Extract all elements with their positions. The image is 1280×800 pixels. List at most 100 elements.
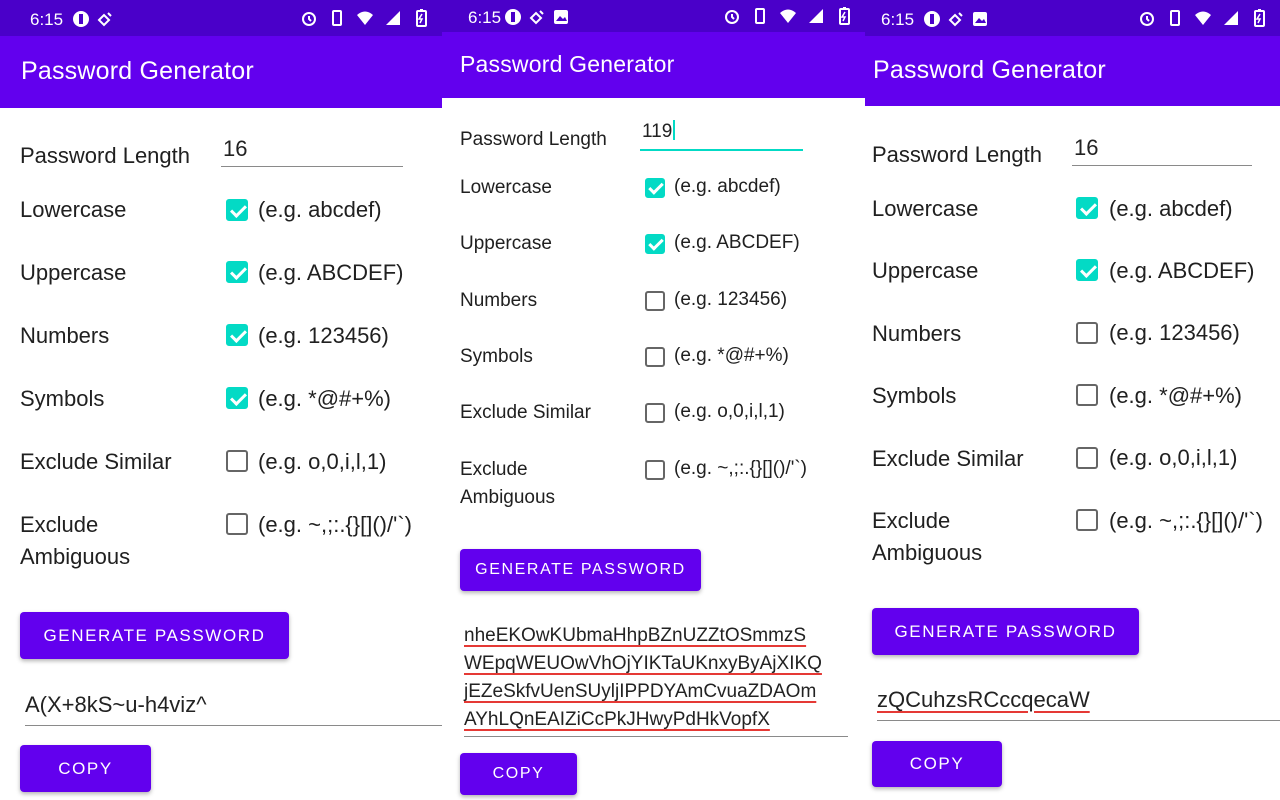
exclude-similar-hint: (e.g. o,0,i,l,1)	[674, 401, 785, 422]
alarm-icon	[1140, 12, 1154, 26]
numbers-label: Numbers	[20, 323, 110, 348]
image-icon	[554, 10, 568, 24]
exclude-ambiguous-checkbox[interactable]	[1076, 509, 1098, 531]
app-notification-icon	[505, 9, 521, 25]
generate-password-button[interactable]: GENERATE PASSWORD	[460, 549, 701, 591]
battery-icon	[839, 7, 850, 25]
exclude-ambiguous-hint: (e.g. ~,;:.{}[]()/'`)	[258, 512, 412, 537]
password-output-field[interactable]: zQCuhzsRCccqecaW	[877, 687, 1280, 721]
numbers-label: Numbers	[460, 290, 538, 311]
lowercase-label: Lowercase	[20, 197, 127, 222]
exclude-ambiguous-checkbox[interactable]	[226, 513, 248, 535]
status-time: 6:15	[881, 10, 915, 29]
uppercase-checkbox[interactable]	[1076, 259, 1098, 281]
password-output-line-3: jEZeSkfvUenSUyljIPPDYAmCvuaZDAOm	[464, 681, 817, 702]
symbols-checkbox[interactable]	[226, 387, 248, 409]
numbers-hint: (e.g. 123456)	[1109, 320, 1240, 345]
symbols-checkbox[interactable]	[645, 347, 665, 367]
system-icons	[723, 7, 853, 25]
app-bar: Password Generator	[442, 32, 865, 98]
password-length-label: Password Length	[460, 129, 607, 150]
password-output-field[interactable]: A(X+8kS~u-h4viz^	[25, 692, 442, 726]
exclude-similar-checkbox[interactable]	[226, 450, 248, 472]
status-time: 6:15	[30, 10, 64, 29]
password-length-input[interactable]: 119	[640, 120, 803, 151]
exclude-ambiguous-label-line1: Exclude	[872, 508, 951, 533]
exclude-ambiguous-label-line2: Ambiguous	[20, 544, 131, 569]
numbers-checkbox[interactable]	[1076, 322, 1098, 344]
exclude-similar-checkbox[interactable]	[645, 403, 665, 423]
password-length-label: Password Length	[872, 142, 1042, 167]
password-output-line-2: WEpqWEUOwVhOjYIKTaUKnxyByAjXIKQ	[464, 653, 822, 674]
lowercase-checkbox[interactable]	[226, 199, 248, 221]
exclude-ambiguous-label-line2: Ambiguous	[460, 487, 556, 508]
symbols-hint: (e.g. *@#+%)	[1109, 383, 1242, 408]
alarm-icon	[725, 10, 739, 24]
password-output-line: A(X+8kS~u-h4viz^	[25, 692, 207, 717]
system-icons	[300, 9, 430, 27]
screen-2: 6:15 Password Generator Password Length …	[442, 0, 865, 800]
uppercase-checkbox[interactable]	[645, 234, 665, 254]
exclude-similar-label: Exclude Similar	[872, 446, 1024, 471]
status-bar: 6:15	[865, 0, 1280, 36]
app-notification-icon	[924, 11, 940, 27]
exclude-ambiguous-checkbox[interactable]	[645, 460, 665, 480]
exclude-similar-label: Exclude Similar	[460, 402, 591, 423]
exclude-ambiguous-hint: (e.g. ~,;:.{}[]()/'`)	[1109, 508, 1263, 533]
system-icons	[1138, 9, 1268, 27]
lowercase-label: Lowercase	[460, 177, 552, 198]
uppercase-hint: (e.g. ABCDEF)	[674, 232, 800, 253]
notification-icons	[923, 10, 989, 28]
signal-icon	[386, 11, 400, 25]
uppercase-checkbox[interactable]	[226, 261, 248, 283]
app-notification-icon	[73, 11, 89, 27]
battery-icon	[1254, 9, 1265, 27]
password-length-value: 16	[223, 136, 248, 161]
vibrate-icon	[1170, 10, 1180, 26]
copy-button[interactable]: COPY	[20, 745, 151, 792]
password-length-input[interactable]: 16	[1072, 135, 1252, 166]
exclude-similar-checkbox[interactable]	[1076, 447, 1098, 469]
battery-icon	[416, 9, 427, 27]
uppercase-label: Uppercase	[460, 233, 552, 254]
symbols-hint: (e.g. *@#+%)	[674, 345, 789, 366]
numbers-checkbox[interactable]	[226, 324, 248, 346]
symbols-checkbox[interactable]	[1076, 384, 1098, 406]
uppercase-label: Uppercase	[20, 260, 127, 285]
uppercase-label: Uppercase	[872, 258, 979, 283]
exclude-ambiguous-hint: (e.g. ~,;:.{}[]()/'`)	[674, 458, 807, 479]
app-title: Password Generator	[21, 57, 254, 85]
text-cursor	[673, 120, 676, 140]
lowercase-checkbox[interactable]	[1076, 197, 1098, 219]
notification-icons	[504, 8, 570, 26]
lowercase-hint: (e.g. abcdef)	[674, 176, 781, 197]
exclude-ambiguous-label-line1: Exclude	[20, 512, 99, 537]
screen-1: 6:15 Password Generator Password Length …	[0, 0, 442, 800]
generate-password-button[interactable]: GENERATE PASSWORD	[872, 608, 1139, 655]
lowercase-hint: (e.g. abcdef)	[258, 197, 382, 222]
signal-icon	[809, 9, 823, 23]
vibrate-icon	[755, 8, 765, 24]
status-bar: 6:15	[442, 0, 865, 32]
app-bar: Password Generator	[865, 36, 1280, 106]
alarm-icon	[302, 12, 316, 26]
generate-password-button[interactable]: GENERATE PASSWORD	[20, 612, 289, 659]
satellite-icon	[529, 10, 544, 25]
password-output-field[interactable]: nheEKOwKUbmaHhpBZnUZZtOSmmzS WEpqWEUOwVh…	[464, 622, 848, 737]
screen-3: 6:15 Password Generator Password Length …	[865, 0, 1280, 800]
lowercase-checkbox[interactable]	[645, 178, 665, 198]
satellite-icon	[948, 12, 963, 27]
password-length-input[interactable]: 16	[221, 136, 403, 167]
copy-button[interactable]: COPY	[460, 753, 577, 795]
lowercase-hint: (e.g. abcdef)	[1109, 196, 1233, 221]
status-time: 6:15	[468, 8, 502, 27]
vibrate-icon	[332, 10, 342, 26]
uppercase-hint: (e.g. ABCDEF)	[258, 260, 404, 285]
symbols-label: Symbols	[872, 383, 957, 408]
password-output-line: zQCuhzsRCccqecaW	[877, 687, 1090, 712]
exclude-ambiguous-label-line2: Ambiguous	[872, 540, 983, 565]
password-output-line-4: AYhLQnEAIZiCcPkJHwyPdHkVopfX	[464, 709, 770, 730]
copy-button[interactable]: COPY	[872, 741, 1002, 787]
numbers-checkbox[interactable]	[645, 291, 665, 311]
password-length-value: 119	[642, 121, 673, 142]
